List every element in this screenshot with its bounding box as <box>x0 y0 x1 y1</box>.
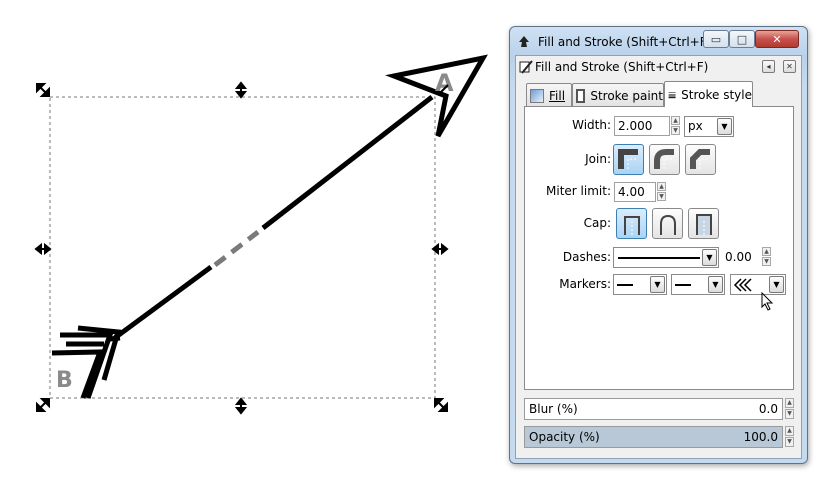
cap-label: Cap: <box>583 216 611 230</box>
join-round-icon <box>653 148 674 169</box>
handle-right-mid <box>431 242 449 256</box>
chevron-down-icon[interactable]: ▼ <box>717 118 732 135</box>
handle-top-mid <box>234 81 248 99</box>
start-marker-select[interactable]: ▼ <box>613 274 667 295</box>
handle-top-left <box>36 83 50 97</box>
dash-pattern-select[interactable]: ▼ <box>613 247 719 268</box>
minimize-button[interactable]: ▭ <box>703 30 729 48</box>
label-b: B <box>56 368 73 393</box>
handle-bottom-left <box>36 398 50 412</box>
marker-tail-icon <box>733 278 752 292</box>
spin-down-icon[interactable]: ▼ <box>785 409 794 419</box>
tab-stroke-style-label: Stroke style <box>681 87 752 102</box>
blur-label: Blur (%) <box>529 402 578 416</box>
maximize-button[interactable]: □ <box>729 30 755 48</box>
handle-bottom-right <box>434 398 448 412</box>
cap-butt-button[interactable] <box>616 208 647 239</box>
dock-back-button[interactable]: ◂ <box>762 60 775 73</box>
join-miter-icon <box>617 148 638 169</box>
tab-stroke-paint-label: Stroke paint <box>590 88 663 103</box>
width-field[interactable]: 2.000 <box>614 116 670 136</box>
stroke-style-pane: Width: 2.000 ▲ ▼ px ▼ Join: Miter limit:… <box>524 106 794 390</box>
arrow-shaft-upper[interactable] <box>261 95 434 230</box>
label-a: A <box>435 69 454 97</box>
close-button[interactable]: ✕ <box>755 30 799 48</box>
markers-label: Markers: <box>559 277 611 291</box>
dialog-client: Fill and Stroke (Shift+Ctrl+F) ◂ ✕ Fill … <box>515 55 802 459</box>
dash-offset-spinner[interactable]: ▲ ▼ <box>762 247 771 267</box>
opacity-slider[interactable]: Opacity (%) 100.0 <box>524 426 783 448</box>
arrow-shaft-dash[interactable] <box>213 230 260 267</box>
mid-marker-select[interactable]: ▼ <box>671 274 725 295</box>
handle-left-mid <box>34 242 52 256</box>
dash-offset-field[interactable]: 0.00 <box>722 248 761 268</box>
spin-up-icon[interactable]: ▲ <box>785 398 794 408</box>
opacity-value: 100.0 <box>743 430 778 444</box>
handle-bottom-mid <box>234 397 248 415</box>
join-label: Join: <box>585 152 611 166</box>
width-spinner[interactable]: ▲ ▼ <box>671 116 680 136</box>
end-marker-select[interactable]: ▼ <box>730 274 786 295</box>
cap-butt-icon <box>623 215 640 235</box>
opacity-spinner[interactable]: ▲ ▼ <box>785 426 794 448</box>
blur-spinner[interactable]: ▲ ▼ <box>785 398 794 420</box>
cap-square-button[interactable] <box>688 208 719 239</box>
window-title: Fill and Stroke (Shift+Ctrl+F) <box>538 35 712 49</box>
spin-down-icon[interactable]: ▼ <box>785 437 794 447</box>
cap-square-icon <box>695 213 712 235</box>
tab-fill[interactable]: Fill <box>526 83 572 107</box>
join-round-button[interactable] <box>649 144 680 175</box>
spin-up-icon[interactable]: ▲ <box>762 247 771 256</box>
spin-down-icon[interactable]: ▼ <box>762 257 771 266</box>
chevron-down-icon[interactable]: ▼ <box>702 249 717 266</box>
width-label: Width: <box>572 118 611 132</box>
unit-select[interactable]: px ▼ <box>684 116 734 137</box>
miter-limit-label: Miter limit: <box>546 184 611 198</box>
blur-slider[interactable]: Blur (%) 0.0 <box>524 398 783 420</box>
blur-value: 0.0 <box>758 402 778 416</box>
dock-header: Fill and Stroke (Shift+Ctrl+F) ◂ ✕ <box>516 56 801 78</box>
tab-fill-label: Fill <box>549 88 566 103</box>
stroke-style-icon <box>668 91 676 98</box>
miter-limit-spinner[interactable]: ▲ ▼ <box>657 182 666 202</box>
unit-value: px <box>688 119 703 133</box>
spin-up-icon[interactable]: ▲ <box>657 182 666 191</box>
join-miter-button[interactable] <box>613 144 644 175</box>
tab-stroke-style[interactable]: Stroke style <box>664 81 753 107</box>
mouse-cursor-icon <box>761 292 774 311</box>
dash-pattern-preview <box>618 257 700 259</box>
spin-up-icon[interactable]: ▲ <box>671 116 680 125</box>
chevron-down-icon[interactable]: ▼ <box>769 276 784 293</box>
window-titlebar[interactable]: Fill and Stroke (Shift+Ctrl+F) ▭ □ ✕ <box>510 27 807 55</box>
join-bevel-button[interactable] <box>685 144 716 175</box>
dashes-label: Dashes: <box>562 250 611 264</box>
cap-round-button[interactable] <box>652 208 683 239</box>
fill-icon <box>530 88 544 103</box>
miter-limit-field[interactable]: 4.00 <box>614 182 656 202</box>
spin-down-icon[interactable]: ▼ <box>671 126 680 135</box>
fill-stroke-icon <box>519 60 533 74</box>
spin-up-icon[interactable]: ▲ <box>785 426 794 436</box>
arrow-shaft-lower[interactable] <box>110 264 213 343</box>
stroke-paint-icon <box>576 88 586 103</box>
chevron-down-icon[interactable]: ▼ <box>708 276 723 293</box>
join-bevel-icon <box>689 148 710 169</box>
inkscape-icon <box>519 36 529 47</box>
opacity-label: Opacity (%) <box>529 430 600 444</box>
dock-close-button[interactable]: ✕ <box>783 60 796 73</box>
spin-down-icon[interactable]: ▼ <box>657 192 666 201</box>
cap-round-icon <box>659 214 676 235</box>
marker-none-icon <box>675 284 691 286</box>
tab-stroke-paint[interactable]: Stroke paint <box>572 83 664 107</box>
dock-title: Fill and Stroke (Shift+Ctrl+F) <box>535 60 709 74</box>
chevron-down-icon[interactable]: ▼ <box>650 276 665 293</box>
marker-none-icon <box>617 284 633 286</box>
fill-stroke-window[interactable]: Fill and Stroke (Shift+Ctrl+F) ▭ □ ✕ Fil… <box>509 26 808 464</box>
